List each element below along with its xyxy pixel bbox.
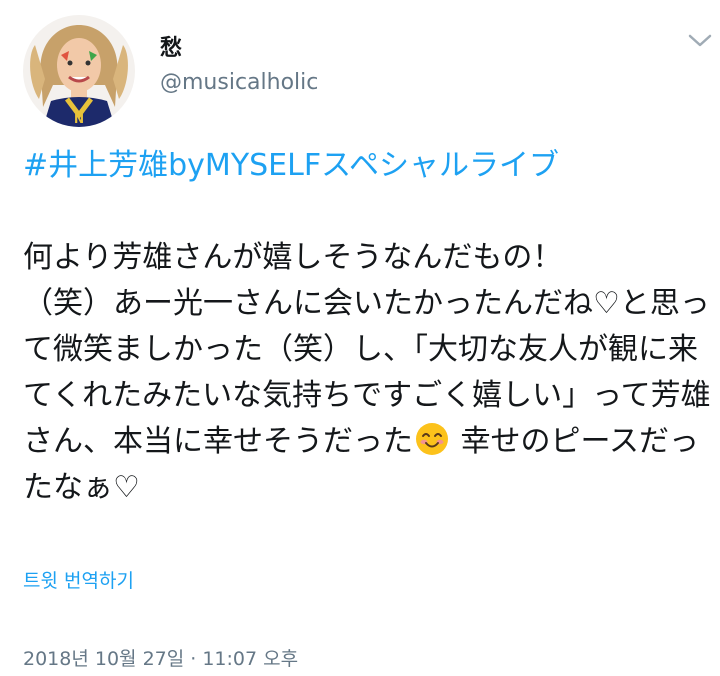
tweet-text: #井上芳雄byMYSELFスペシャルライブ 何より芳雄さんが嬉しそうなんだもの！ …: [23, 143, 713, 511]
more-options-button[interactable]: [686, 30, 714, 50]
svg-text:N: N: [74, 112, 84, 126]
tweet-timestamp[interactable]: 2018년 10월 27일 · 11:07 오후: [23, 644, 298, 671]
display-name[interactable]: 愁: [160, 36, 318, 62]
translate-tweet-link[interactable]: 트윗 번역하기: [23, 566, 134, 593]
avatar[interactable]: N: [23, 15, 135, 127]
chevron-down-icon: [688, 34, 712, 47]
user-handle[interactable]: @musicalholic: [160, 70, 318, 96]
tweet-detail: N 愁 @musicalholic #井上芳雄byMYSELFスペシャルライブ何…: [0, 0, 720, 676]
profile-photo-icon: N: [23, 15, 135, 127]
smiling-face-emoji-icon: [415, 422, 449, 456]
hashtag-link[interactable]: #井上芳雄byMYSELFスペシャルライブ: [23, 143, 713, 189]
user-info[interactable]: 愁 @musicalholic: [160, 36, 318, 96]
